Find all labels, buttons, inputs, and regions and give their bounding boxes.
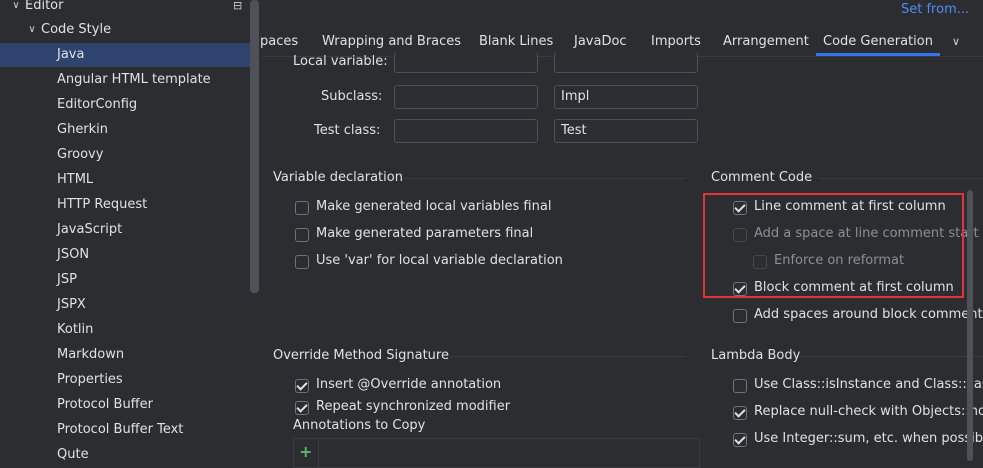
tab-arrangement[interactable]: Arrangement: [723, 28, 809, 56]
subclass-label: Subclass:: [321, 89, 383, 104]
tree-item-label: Angular HTML template: [57, 72, 211, 87]
tree-item-editorconfig[interactable]: EditorConfig: [0, 93, 250, 117]
set-from-link[interactable]: Set from...: [901, 2, 969, 17]
checkbox-label[interactable]: Add spaces around block comments: [754, 307, 983, 322]
tree-item-label: Kotlin: [57, 322, 94, 337]
tree-item-javascript[interactable]: JavaScript: [0, 218, 250, 242]
checkbox-label[interactable]: Make generated local variables final: [316, 199, 551, 214]
collapse-icon[interactable]: ⊟: [233, 0, 242, 18]
highlight-box: [703, 193, 964, 298]
tree-item-protocol-buffer-text[interactable]: Protocol Buffer Text: [0, 418, 250, 442]
tree-item-angular-html-template[interactable]: Angular HTML template: [0, 68, 250, 92]
settings-sidebar: ∨ Editor ⊟ ∨ Code Style Java Angular HTML…: [0, 0, 262, 462]
annotations-list[interactable]: +: [293, 438, 700, 468]
local-variable-label: Local variable:: [293, 54, 388, 69]
divider: [800, 356, 983, 357]
tree-item-java[interactable]: Java: [0, 43, 250, 67]
tree-item-code-style[interactable]: ∨ Code Style: [0, 18, 250, 42]
subclass-suffix-field[interactable]: Impl: [554, 85, 698, 109]
add-icon[interactable]: +: [299, 442, 312, 461]
checkbox[interactable]: [295, 201, 309, 215]
divider: [450, 356, 686, 357]
lambda-body-title: Lambda Body: [711, 348, 801, 363]
tree-item-label: Code Style: [41, 22, 112, 37]
checkbox[interactable]: [733, 433, 747, 447]
tree-item-json[interactable]: JSON: [0, 243, 250, 267]
tree-item-editor[interactable]: ∨ Editor ⊟: [0, 0, 250, 18]
checkbox-label[interactable]: Repeat synchronized modifier: [316, 399, 510, 414]
tree-item-html[interactable]: HTML: [0, 168, 250, 192]
divider: [404, 178, 686, 179]
override-method-signature-title: Override Method Signature: [273, 348, 449, 363]
tree-item-label: JSP: [57, 272, 77, 287]
local-variable-prefix-field[interactable]: [394, 52, 538, 73]
test-class-prefix-field[interactable]: [394, 119, 538, 143]
tree-item-protocol-buffer[interactable]: Protocol Buffer: [0, 393, 250, 417]
tree-item-markdown[interactable]: Markdown: [0, 343, 250, 367]
tree-item-label: JSPX: [57, 297, 86, 312]
tree-item-label: Editor: [25, 0, 64, 13]
variable-declaration-title: Variable declaration: [273, 170, 403, 185]
local-variable-suffix-field[interactable]: [554, 52, 698, 73]
chevron-down-icon[interactable]: ∨: [952, 35, 960, 48]
tree-item-gherkin[interactable]: Gherkin: [0, 118, 250, 142]
tree-item-http-request[interactable]: HTTP Request: [0, 193, 250, 217]
test-class-label: Test class:: [314, 123, 381, 138]
tree-item-label: Markdown: [57, 347, 125, 362]
chevron-down-icon[interactable]: ∨: [26, 24, 38, 36]
checkbox[interactable]: [295, 401, 309, 415]
tree-item-label: Properties: [57, 372, 123, 387]
tree-item-label: EditorConfig: [57, 97, 138, 112]
tree-item-jspx[interactable]: JSPX: [0, 293, 250, 317]
tree-item-qute[interactable]: Qute: [0, 443, 250, 467]
tree-item-properties[interactable]: Properties: [0, 368, 250, 392]
tree-item-label: Qute: [57, 447, 89, 462]
comment-code-title: Comment Code: [711, 170, 813, 185]
tree-item-kotlin[interactable]: Kotlin: [0, 318, 250, 342]
checkbox[interactable]: [295, 228, 309, 242]
tree-item-label: Groovy: [57, 147, 104, 162]
tree-item-groovy[interactable]: Groovy: [0, 143, 250, 167]
test-class-suffix-field[interactable]: Test: [554, 119, 698, 143]
checkbox[interactable]: [295, 379, 309, 393]
checkbox[interactable]: [733, 379, 747, 393]
annotations-to-copy-label: Annotations to Copy: [293, 418, 426, 433]
tree-item-label: Protocol Buffer Text: [57, 422, 184, 437]
checkbox-label[interactable]: Insert @Override annotation: [316, 377, 501, 392]
checkbox-label[interactable]: Use 'var' for local variable declaration: [316, 253, 563, 268]
checkbox-label[interactable]: Use Class::isInstance and Class::cas: [754, 377, 983, 392]
tree-item-jsp[interactable]: JSP: [0, 268, 250, 292]
checkbox-label[interactable]: Use Integer::sum, etc. when possib: [754, 431, 983, 446]
checkbox-label[interactable]: Make generated parameters final: [316, 226, 533, 241]
tree-item-label: HTML: [57, 172, 94, 187]
tree-item-label: Java: [57, 47, 85, 62]
sidebar-scrollbar[interactable]: [250, 0, 259, 293]
divider: [818, 178, 983, 179]
main-scrollbar[interactable]: [967, 190, 973, 461]
tab-code-generation[interactable]: Code Generation: [816, 28, 940, 56]
tree-item-label: HTTP Request: [57, 197, 148, 212]
tab-spaces[interactable]: paces: [260, 28, 298, 56]
checkbox[interactable]: [295, 255, 309, 269]
subclass-prefix-field[interactable]: [394, 85, 538, 109]
checkbox-label[interactable]: Replace null-check with Objects::no: [754, 404, 983, 419]
tree-item-label: JSON: [57, 247, 90, 262]
checkbox[interactable]: [733, 309, 747, 323]
annotations-toolbar: +: [294, 439, 319, 467]
tree-item-label: JavaScript: [57, 222, 123, 237]
chevron-down-icon[interactable]: ∨: [10, 0, 22, 12]
tree-item-label: Gherkin: [57, 122, 109, 137]
checkbox[interactable]: [733, 406, 747, 420]
tree-item-label: Protocol Buffer: [57, 397, 153, 412]
